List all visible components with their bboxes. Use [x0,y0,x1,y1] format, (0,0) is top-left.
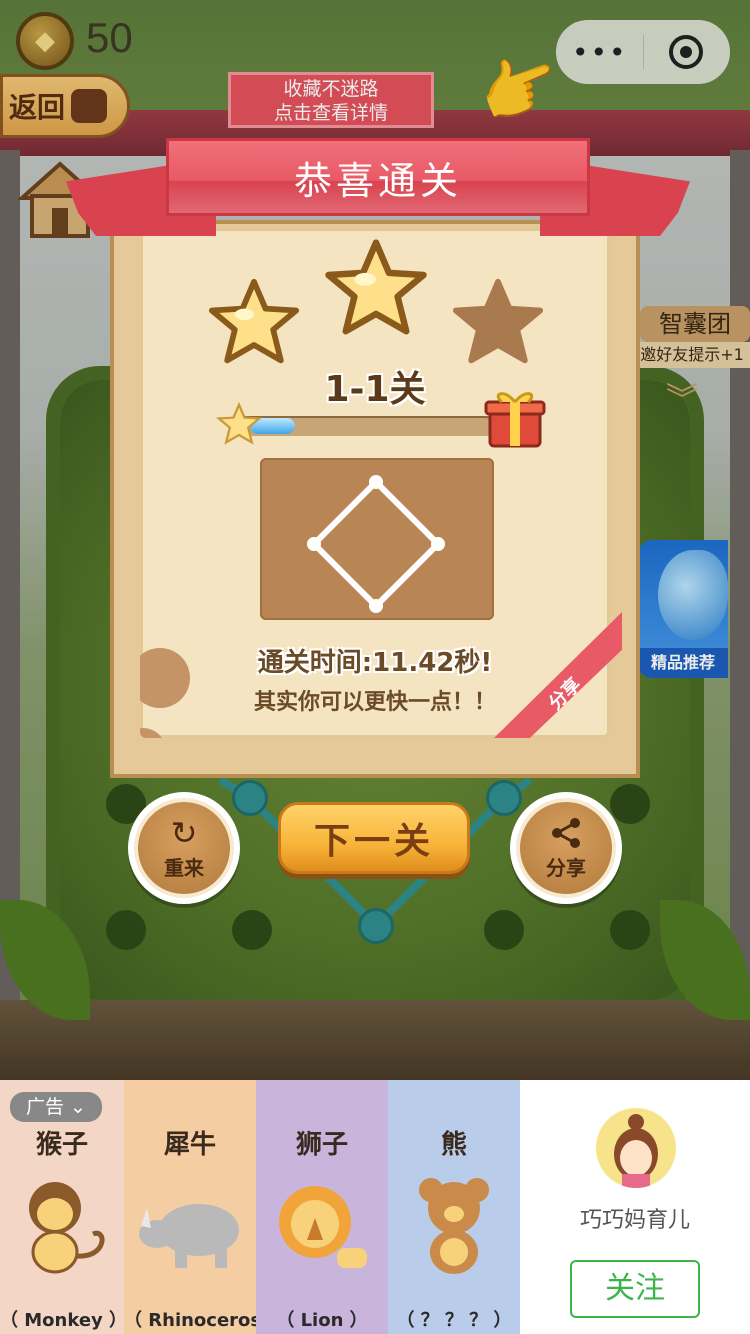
ad-card-cn: 熊 [440,1130,467,1160]
ad-card-cn: 狮子 [295,1130,348,1160]
ad-card-lion[interactable]: 狮子 （ Lion ） [256,1080,388,1334]
monkey-icon [29,1182,105,1274]
ad-card-bear[interactable]: 熊 （ ？ ？ ？ ） [388,1080,520,1334]
bear-icon [419,1178,489,1274]
account-name: 巧巧妈育儿 [579,1208,690,1233]
level-title: 1-1关 [324,369,426,410]
ad-card-rhino[interactable]: 犀牛 （ Rhinoceros ） [124,1080,286,1334]
next-level-button[interactable]: 下一关 [278,802,470,874]
ad-tag-label: 广告 [26,1096,65,1118]
follow-button[interactable]: 关注 [570,1260,700,1318]
star-earned-icon [208,278,300,364]
ad-card-en: （ Rhinoceros ） [124,1310,286,1331]
account-avatar[interactable] [596,1108,676,1188]
ad-card-en: （ ？ ？ ？ ） [396,1310,512,1331]
ad-card-en: （ Lion ） [276,1310,368,1331]
gift-box-icon[interactable] [484,384,546,450]
lion-icon [279,1186,367,1268]
ad-card-cn: 猴子 [35,1130,88,1160]
retry-label: 重来 [164,855,204,880]
share-button[interactable]: 分享 [510,792,622,904]
clear-time-text: 通关时间:11.42秒! [257,648,493,678]
girl-avatar-icon [614,1114,658,1188]
retry-icon: ↻ [170,813,198,852]
chevron-down-icon: ⌄ [64,1096,86,1118]
paw-print-decoration [140,728,166,738]
ad-card-en: （ Monkey ） [0,1310,128,1331]
progress-star-icon [216,402,262,445]
solved-shape [307,475,445,613]
ad-tag[interactable]: 广告 ⌄ [10,1092,102,1122]
share-icon [552,817,580,848]
ad-card-cn: 犀牛 [163,1130,216,1160]
share-label: 分享 [546,855,586,880]
star-earned-icon [325,239,427,335]
star-empty-icon [452,278,544,364]
rhino-icon [139,1204,239,1268]
solved-puzzle-preview [260,458,494,620]
retry-button[interactable]: ↻ 重来 [128,792,240,904]
congrats-banner: 恭喜通关 [166,138,590,216]
